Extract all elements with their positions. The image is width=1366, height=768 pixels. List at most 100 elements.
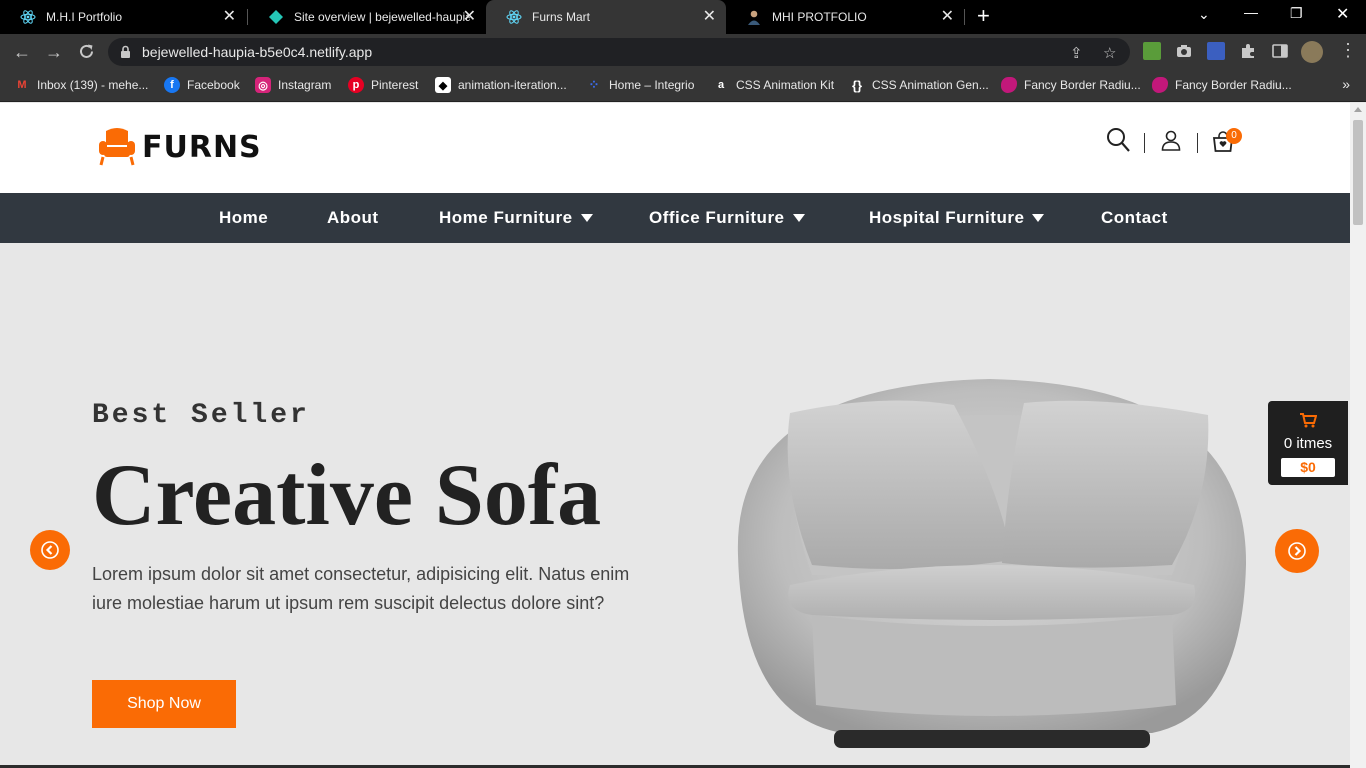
instagram-icon: ◎ <box>255 77 271 93</box>
nav-item-home[interactable]: Home <box>219 208 268 228</box>
new-tab-button[interactable]: + <box>977 4 990 28</box>
bookmark-animation-iteration[interactable]: ◆ animation-iteration... <box>435 77 567 93</box>
page-scrollbar[interactable] <box>1350 103 1366 768</box>
bookmark-pinterest[interactable]: p Pinterest <box>348 77 418 93</box>
bookmark-integrio[interactable]: ⁘ Home – Integrio <box>586 77 695 93</box>
browser-tab-bar: M.H.I Portfolio ✕ Site overview | bejewe… <box>0 0 1366 34</box>
bookmark-facebook[interactable]: f Facebook <box>164 77 240 93</box>
bookmark-label: Instagram <box>278 78 332 92</box>
slider-next-button[interactable] <box>1275 529 1319 573</box>
tab-search-icon[interactable]: ⌄ <box>1198 6 1210 23</box>
animation-kit-icon: a <box>717 79 725 91</box>
browser-tab-site-overview[interactable]: Site overview | bejewelled-haupia ✕ <box>248 0 486 34</box>
nav-item-office-furniture[interactable]: Office Furniture <box>649 208 805 228</box>
close-icon[interactable]: ✕ <box>703 9 716 25</box>
star-icon[interactable]: ☆ <box>1103 44 1116 62</box>
menu-icon[interactable]: ⋮ <box>1339 40 1357 60</box>
close-window-button[interactable]: ✕ <box>1336 4 1349 24</box>
scroll-up-icon[interactable] <box>1354 107 1362 112</box>
scroll-thumb[interactable] <box>1353 120 1363 225</box>
browser-toolbar: ← → bejewelled-haupia-b5e0c4.netlify.app… <box>0 34 1366 70</box>
bookmark-instagram[interactable]: ◎ Instagram <box>255 77 331 93</box>
header-divider <box>1197 133 1198 153</box>
mini-cart-items: 0 itmes <box>1283 435 1333 452</box>
nav-label: Hospital Furniture <box>869 208 1025 227</box>
extension-dictionary-icon[interactable] <box>1207 42 1225 60</box>
tab-title: MHI PROTFOLIO <box>772 10 867 24</box>
chevron-right-icon <box>1288 542 1306 560</box>
side-panel-icon[interactable] <box>1271 42 1289 60</box>
floating-mini-cart[interactable]: 0 itmes $0 <box>1268 401 1348 485</box>
header-divider <box>1144 133 1145 153</box>
bookmark-label: Fancy Border Radiu... <box>1024 78 1141 92</box>
site-header: FURNS 0 <box>0 103 1350 193</box>
shop-now-button[interactable]: Shop Now <box>92 680 236 728</box>
nav-item-home-furniture[interactable]: Home Furniture <box>439 208 593 228</box>
restore-button[interactable]: ❐ <box>1290 5 1303 22</box>
blob-icon <box>1152 77 1168 93</box>
bookmark-fancy-border-1[interactable]: Fancy Border Radiu... <box>1001 77 1141 93</box>
nav-label: About <box>327 208 379 227</box>
hero-slider: Best Seller Creative Sofa Lorem ipsum do… <box>0 243 1350 768</box>
react-icon <box>506 10 522 24</box>
bookmark-label: Home – Integrio <box>609 78 695 92</box>
cart-icon <box>1300 413 1317 428</box>
tab-divider <box>964 9 965 25</box>
lock-icon <box>121 45 130 58</box>
close-icon[interactable]: ✕ <box>223 9 236 25</box>
caret-down-icon <box>792 214 805 222</box>
bookmark-label: CSS Animation Gen... <box>872 78 989 92</box>
bookmark-inbox[interactable]: M Inbox (139) - mehe... <box>14 77 148 93</box>
search-icon[interactable] <box>1106 127 1130 153</box>
bookmark-label: animation-iteration... <box>458 78 567 92</box>
bookmarks-bar: M Inbox (139) - mehe... f Facebook ◎ Ins… <box>0 70 1366 102</box>
hero-subtitle: Best Seller <box>92 400 310 431</box>
user-icon[interactable] <box>1161 130 1181 152</box>
mini-cart-total: $0 <box>1281 458 1335 477</box>
nav-label: Office Furniture <box>649 208 785 227</box>
address-bar[interactable]: bejewelled-haupia-b5e0c4.netlify.app ⇪ ☆ <box>108 38 1130 66</box>
chevron-left-icon <box>41 541 59 559</box>
bookmark-css-animation-gen[interactable]: {} CSS Animation Gen... <box>849 77 989 93</box>
nav-label: Home Furniture <box>439 208 573 227</box>
braces-icon: {} <box>851 77 863 93</box>
camera-icon[interactable] <box>1175 42 1193 60</box>
bookmark-label: Facebook <box>187 78 240 92</box>
puzzle-icon[interactable] <box>1239 42 1257 60</box>
back-button[interactable]: ← <box>13 42 31 62</box>
nav-label: Home <box>219 208 269 227</box>
gmail-icon: M <box>17 79 27 91</box>
profile-avatar[interactable] <box>1301 41 1323 63</box>
bookmark-label: Fancy Border Radiu... <box>1175 78 1292 92</box>
nav-item-hospital-furniture[interactable]: Hospital Furniture <box>869 208 1045 228</box>
nav-label: Contact <box>1101 208 1168 227</box>
caret-down-icon <box>1032 214 1045 222</box>
reload-icon[interactable] <box>78 43 95 60</box>
nav-item-contact[interactable]: Contact <box>1101 208 1168 228</box>
close-icon[interactable]: ✕ <box>463 9 476 25</box>
tab-title: Site overview | bejewelled-haupia <box>294 10 470 24</box>
chevron-right-icon[interactable]: » <box>1342 76 1350 92</box>
bookmark-css-animation-kit[interactable]: a CSS Animation Kit <box>713 77 834 93</box>
bookmark-fancy-border-2[interactable]: Fancy Border Radiu... <box>1152 77 1292 93</box>
slider-prev-button[interactable] <box>30 530 70 570</box>
site-logo[interactable]: FURNS <box>98 127 262 167</box>
browser-tab-mhi-portfolio[interactable]: MHI PROTFOLIO ✕ <box>726 0 964 34</box>
extension-evernote-icon[interactable] <box>1143 42 1161 60</box>
minimize-button[interactable]: — <box>1244 4 1258 20</box>
browser-tab-portfolio[interactable]: M.H.I Portfolio ✕ <box>0 0 246 34</box>
cart-count-badge: 0 <box>1226 128 1242 144</box>
nav-item-about[interactable]: About <box>327 208 379 228</box>
hero-description: Lorem ipsum dolor sit amet consectetur, … <box>92 564 630 613</box>
forward-button[interactable]: → <box>45 42 63 62</box>
logo-text: FURNS <box>142 129 262 165</box>
bookmark-label: Inbox (139) - mehe... <box>37 78 149 92</box>
share-icon[interactable]: ⇪ <box>1070 44 1083 62</box>
armchair-logo-icon <box>99 128 135 166</box>
bookmark-label: CSS Animation Kit <box>736 78 835 92</box>
main-navigation: Home About Home Furniture Office Furnitu… <box>0 193 1350 243</box>
hero-title: Creative Sofa <box>92 447 602 544</box>
close-icon[interactable]: ✕ <box>941 9 954 25</box>
browser-tab-furns-mart[interactable]: Furns Mart ✕ <box>486 0 726 34</box>
codepen-icon: ◆ <box>435 77 451 93</box>
